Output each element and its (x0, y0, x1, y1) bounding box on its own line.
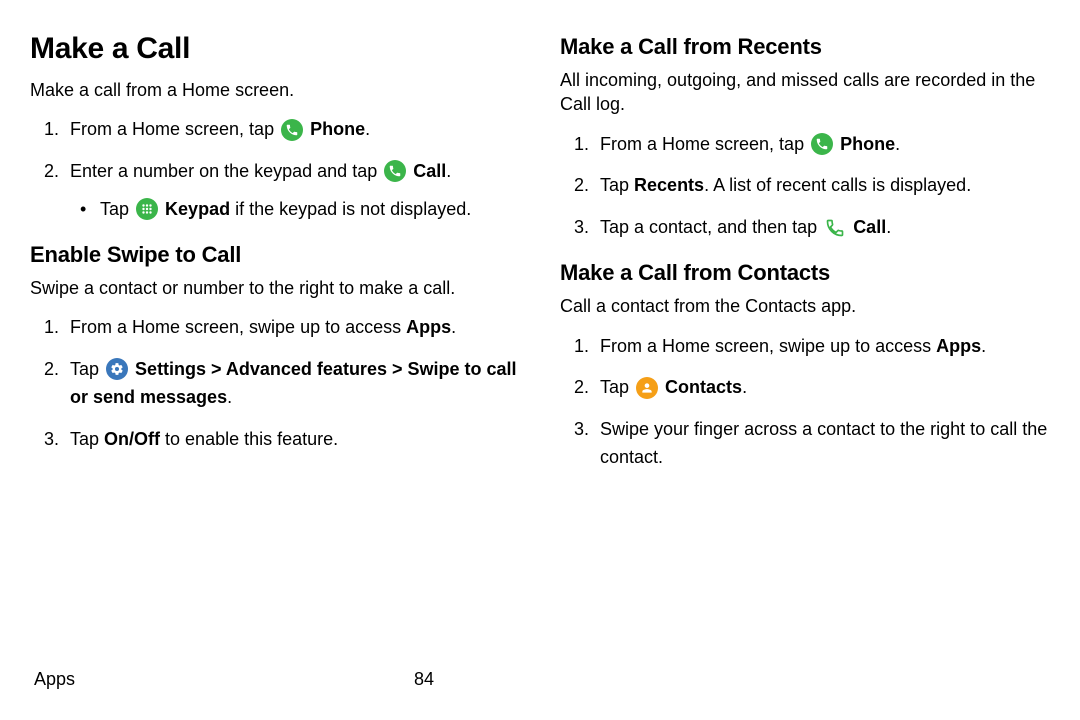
step-2: Tap Settings > Advanced features > Swipe… (64, 356, 520, 412)
swipe-steps: From a Home screen, swipe up to access A… (30, 314, 520, 454)
contacts-steps: From a Home screen, swipe up to access A… (560, 333, 1050, 473)
recents-steps: From a Home screen, tap Phone. Tap Recen… (560, 131, 1050, 243)
step-1: From a Home screen, tap Phone. (64, 116, 520, 144)
footer-page-number: 84 (414, 669, 434, 690)
step-text: Tap (600, 175, 634, 195)
step-3: Tap a contact, and then tap Call. (594, 214, 1050, 242)
step-post: to enable this feature. (160, 429, 338, 449)
step-text: Tap (100, 199, 134, 219)
sub-bullets: Tap Keypad if the keypad is not displaye… (70, 196, 520, 224)
section-heading-contacts: Make a Call from Contacts (560, 260, 1050, 286)
footer-section: Apps (34, 669, 75, 690)
step-bold: Recents (634, 175, 704, 195)
step-bold: Settings > Advanced features > Swipe to … (70, 359, 517, 407)
call-icon (384, 160, 406, 182)
step-bold: Call (413, 161, 446, 181)
step-3: Tap On/Off to enable this feature. (64, 426, 520, 454)
step-post: . (227, 387, 232, 407)
settings-icon (106, 358, 128, 380)
right-column: Make a Call from Recents All incoming, o… (560, 30, 1050, 486)
intro-text: Make a call from a Home screen. (30, 78, 520, 102)
intro-text-swipe: Swipe a contact or number to the right t… (30, 276, 520, 300)
step-text: From a Home screen, tap (70, 119, 279, 139)
page-footer: Apps 84 (34, 669, 434, 690)
keypad-icon (136, 198, 158, 220)
step-bold: Phone (840, 134, 895, 154)
step-text: Tap a contact, and then tap (600, 217, 822, 237)
page-title: Make a Call (30, 32, 520, 66)
step-1: From a Home screen, tap Phone. (594, 131, 1050, 159)
make-call-steps: From a Home screen, tap Phone. Enter a n… (30, 116, 520, 224)
contacts-icon (636, 377, 658, 399)
step-post: . (886, 217, 891, 237)
intro-text-recents: All incoming, outgoing, and missed calls… (560, 68, 1050, 117)
step-2: Enter a number on the keypad and tap Cal… (64, 158, 520, 224)
step-bold: On/Off (104, 429, 160, 449)
step-post: if the keypad is not displayed. (230, 199, 471, 219)
step-post: . (895, 134, 900, 154)
call-outline-icon (824, 217, 846, 239)
intro-text-contacts: Call a contact from the Contacts app. (560, 294, 1050, 318)
section-heading-recents: Make a Call from Recents (560, 34, 1050, 60)
step-bold: Call (853, 217, 886, 237)
phone-icon (811, 133, 833, 155)
step-text: From a Home screen, tap (600, 134, 809, 154)
phone-icon (281, 119, 303, 141)
step-post: . (981, 336, 986, 356)
step-bold: Apps (936, 336, 981, 356)
step-text: From a Home screen, swipe up to access (70, 317, 406, 337)
step-post: . A list of recent calls is displayed. (704, 175, 971, 195)
step-text: Tap (70, 359, 104, 379)
step-1: From a Home screen, swipe up to access A… (594, 333, 1050, 361)
step-text: Tap (70, 429, 104, 449)
step-1: From a Home screen, swipe up to access A… (64, 314, 520, 342)
step-bold: Keypad (165, 199, 230, 219)
left-column: Make a Call Make a call from a Home scre… (30, 30, 520, 486)
sub-step: Tap Keypad if the keypad is not displaye… (94, 196, 520, 224)
step-bold: Contacts (665, 377, 742, 397)
step-text: Tap (600, 377, 634, 397)
step-post: . (365, 119, 370, 139)
step-post: . (446, 161, 451, 181)
step-text: Enter a number on the keypad and tap (70, 161, 382, 181)
section-heading-swipe: Enable Swipe to Call (30, 242, 520, 268)
step-2: Tap Recents. A list of recent calls is d… (594, 172, 1050, 200)
step-text: Swipe your finger across a contact to th… (600, 419, 1047, 467)
step-post: . (451, 317, 456, 337)
step-3: Swipe your finger across a contact to th… (594, 416, 1050, 472)
step-post: . (742, 377, 747, 397)
step-text: From a Home screen, swipe up to access (600, 336, 936, 356)
step-2: Tap Contacts. (594, 374, 1050, 402)
step-bold: Phone (310, 119, 365, 139)
step-bold: Apps (406, 317, 451, 337)
